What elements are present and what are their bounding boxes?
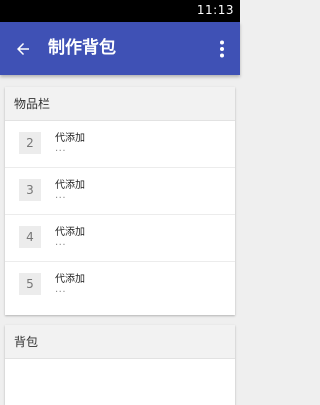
backpack-card: 背包 [5, 325, 235, 405]
slot-label: 代添加 [55, 133, 85, 144]
inventory-slot[interactable]: 2 代添加 ... [5, 121, 235, 168]
inventory-slot[interactable]: 4 代添加 ... [5, 215, 235, 262]
inventory-card: 物品栏 2 代添加 ... 3 代添加 ... 4 代添加 ... 5 代添加 … [5, 87, 235, 315]
slot-number: 4 [19, 226, 41, 248]
status-bar: 11:13 [0, 0, 240, 22]
slot-label: 代添加 [55, 274, 85, 285]
slot-subtext: ... [55, 143, 67, 154]
slot-subtext: ... [55, 190, 67, 201]
backpack-header: 背包 [5, 325, 235, 359]
overflow-menu-button[interactable] [212, 36, 232, 62]
inventory-slot-list: 2 代添加 ... 3 代添加 ... 4 代添加 ... 5 代添加 ... [5, 121, 235, 309]
slot-number: 3 [19, 179, 41, 201]
inventory-header: 物品栏 [5, 87, 235, 121]
more-vert-icon [220, 40, 224, 58]
slot-label: 代添加 [55, 227, 85, 238]
status-time: 11:13 [196, 3, 234, 17]
slot-subtext: ... [55, 284, 67, 295]
slot-number: 2 [19, 132, 41, 154]
app-bar: 制作背包 [0, 22, 240, 75]
slot-subtext: ... [55, 237, 67, 248]
arrow-back-icon [17, 43, 29, 55]
back-button[interactable] [10, 36, 36, 62]
slot-label: 代添加 [55, 180, 85, 191]
slot-number: 5 [19, 273, 41, 295]
inventory-slot[interactable]: 3 代添加 ... [5, 168, 235, 215]
inventory-slot[interactable]: 5 代添加 ... [5, 262, 235, 309]
page-title: 制作背包 [48, 38, 116, 58]
